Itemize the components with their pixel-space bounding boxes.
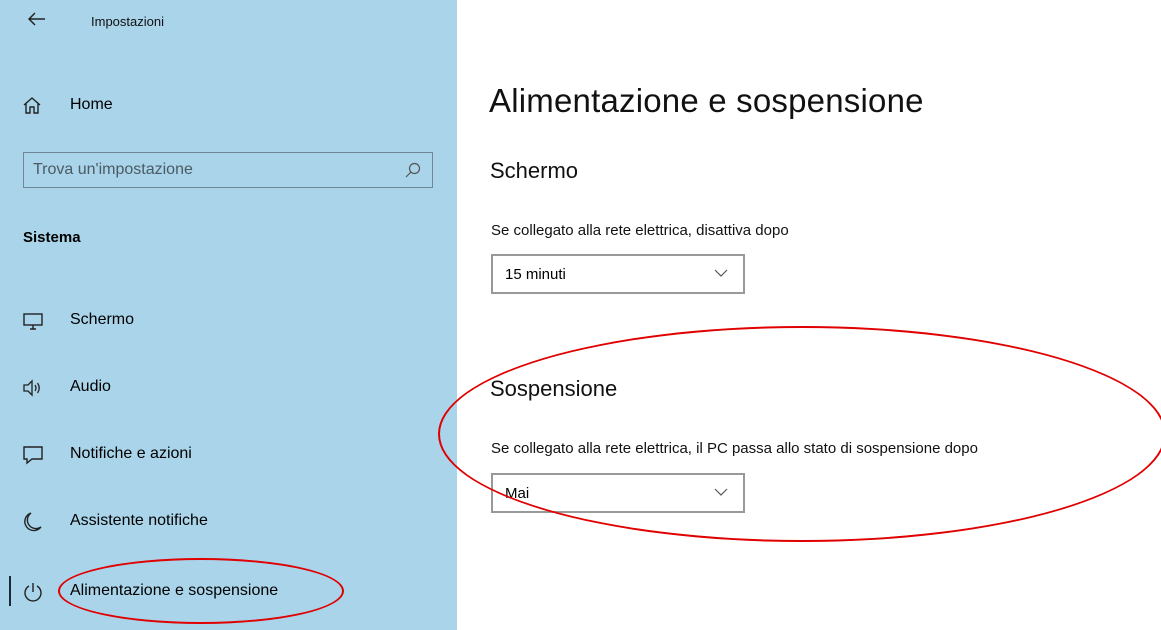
screen-timeout-label: Se collegato alla rete elettrica, disatt… <box>491 222 789 239</box>
chevron-down-icon <box>714 488 728 496</box>
sidebar-item-notifiche[interactable]: Notifiche e azioni <box>0 434 440 474</box>
sleep-timeout-label: Se collegato alla rete elettrica, il PC … <box>491 440 978 457</box>
dropdown-value: Mai <box>505 484 530 502</box>
sidebar-item-label: Audio <box>70 378 111 395</box>
sidebar-item-alimentazione[interactable]: Alimentazione e sospensione <box>0 571 440 611</box>
back-arrow-icon <box>28 12 45 26</box>
screen-timeout-dropdown[interactable]: 15 minuti <box>491 254 745 294</box>
section-label-sistema: Sistema <box>23 229 81 246</box>
sidebar-item-home-label: Home <box>70 96 113 113</box>
sidebar-item-audio[interactable]: Audio <box>0 367 440 407</box>
search-box[interactable] <box>23 152 433 188</box>
power-icon <box>24 583 42 602</box>
speaker-icon <box>23 379 40 397</box>
sidebar-item-label: Notifiche e azioni <box>70 445 192 462</box>
search-input[interactable] <box>33 161 383 179</box>
sidebar-item-assistente[interactable]: Assistente notifiche <box>0 501 440 541</box>
page-title: Alimentazione e sospensione <box>489 82 924 119</box>
sleep-timeout-dropdown[interactable]: Mai <box>491 473 745 513</box>
main-content: Alimentazione e sospensione Schermo Se c… <box>438 0 1161 630</box>
chevron-down-icon <box>714 269 728 277</box>
message-icon <box>23 446 43 465</box>
sidebar-item-label: Schermo <box>70 311 135 328</box>
moon-icon <box>24 512 42 532</box>
sidebar-item-home[interactable]: Home <box>22 90 442 120</box>
monitor-icon <box>23 313 43 330</box>
search-icon[interactable] <box>404 161 422 179</box>
sidebar-item-schermo[interactable]: Schermo <box>0 300 440 340</box>
dropdown-value: 15 minuti <box>505 265 566 283</box>
back-button[interactable] <box>24 8 50 30</box>
home-icon <box>23 97 41 114</box>
section-heading-schermo: Schermo <box>490 158 579 183</box>
sidebar-item-label: Alimentazione e sospensione <box>70 582 279 599</box>
section-heading-sospensione: Sospensione <box>490 376 618 401</box>
sidebar: Impostazioni Home Sistema Schermo Audio <box>0 0 457 630</box>
window-title: Impostazioni <box>91 14 164 29</box>
sidebar-item-label: Assistente notifiche <box>70 512 208 529</box>
